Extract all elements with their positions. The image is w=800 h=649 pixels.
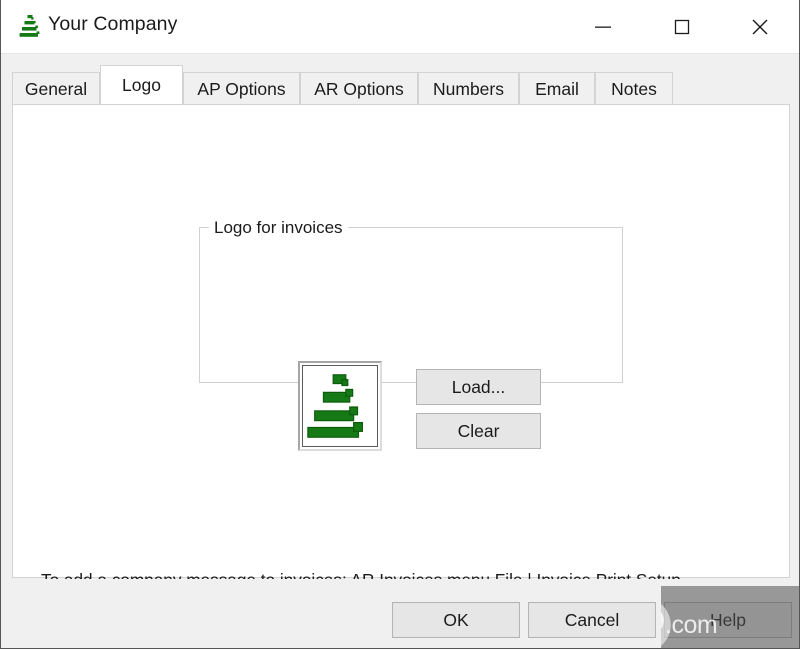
tab-ap-options[interactable]: AP Options	[183, 72, 300, 104]
ok-button[interactable]: OK	[392, 602, 520, 638]
tab-email[interactable]: Email	[519, 72, 595, 104]
dialog-footer: OK Cancel Help	[2, 579, 799, 648]
window-title: Your Company	[48, 13, 178, 35]
tab-logo[interactable]: Logo	[100, 65, 183, 104]
maximize-icon	[652, 18, 712, 36]
minimize-icon	[573, 21, 633, 33]
title-bar: Your Company	[1, 0, 799, 54]
close-button[interactable]	[730, 0, 790, 53]
minimize-button[interactable]	[573, 0, 633, 53]
clear-logo-button[interactable]: Clear	[416, 413, 541, 449]
tab-ar-options[interactable]: AR Options	[300, 72, 418, 104]
logo-group-box	[199, 227, 623, 383]
cancel-button[interactable]: Cancel	[528, 602, 656, 638]
company-pyramid-logo-icon	[17, 13, 43, 41]
help-button[interactable]: Help	[664, 602, 792, 638]
close-icon	[730, 17, 790, 37]
tab-notes[interactable]: Notes	[595, 72, 673, 104]
load-logo-button[interactable]: Load...	[416, 369, 541, 405]
tab-numbers[interactable]: Numbers	[418, 72, 519, 104]
maximize-button[interactable]	[652, 0, 712, 53]
settings-tab-strip: General Logo AP Options AR Options Numbe…	[12, 65, 790, 104]
company-pyramid-logo	[302, 365, 378, 447]
company-settings-dialog: Your Company General Logo AP Options AR …	[0, 0, 800, 649]
logo-tab-panel: Logo for invoices Load... Clear	[12, 104, 790, 642]
logo-preview-box[interactable]	[298, 361, 382, 451]
tab-general[interactable]: General	[12, 72, 100, 104]
logo-group-label: Logo for invoices	[209, 218, 348, 238]
